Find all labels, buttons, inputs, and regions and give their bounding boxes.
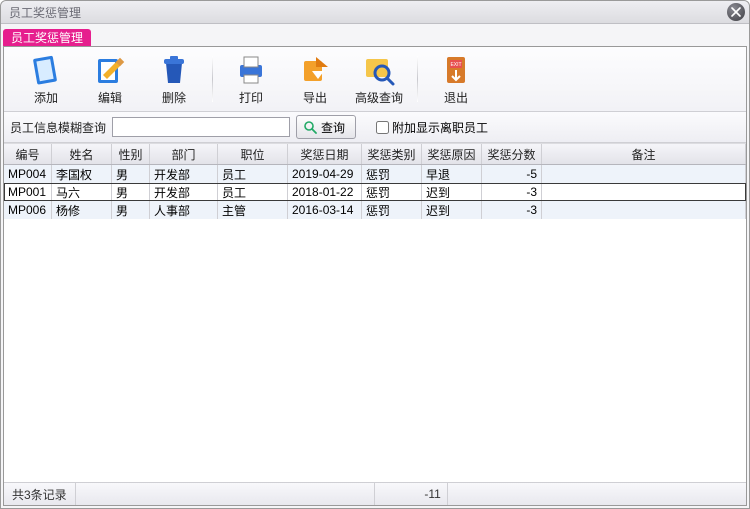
toolbar-separator-2 [417,56,418,102]
exit-label: 退出 [444,89,468,106]
table-row[interactable]: MP006杨修男人事部主管2016-03-14惩罚迟到-3 [4,201,746,219]
toolbar: 添加 编辑 删除 打印 导出 高级查询 [4,47,746,112]
filter-label: 员工信息模糊查询 [10,119,106,136]
table-row[interactable]: MP001马六男开发部员工2018-01-22惩罚迟到-3 [4,183,746,201]
exit-icon: EXIT [439,53,473,87]
adv-query-button[interactable]: 高级查询 [347,53,411,106]
col-date[interactable]: 奖惩日期 [288,144,362,164]
edit-icon [93,53,127,87]
add-label: 添加 [34,89,58,106]
query-button[interactable]: 查询 [296,115,356,139]
tab-rewards[interactable]: 员工奖惩管理 [3,29,91,46]
col-type[interactable]: 奖惩类别 [362,144,422,164]
adv-query-icon [362,53,396,87]
search-icon [303,120,317,134]
data-grid: 编号 姓名 性别 部门 职位 奖惩日期 奖惩类别 奖惩原因 奖惩分数 备注 MP… [4,143,746,482]
col-reason[interactable]: 奖惩原因 [422,144,482,164]
col-note[interactable]: 备注 [542,144,746,164]
tabbar: 员工奖惩管理 [1,24,749,46]
edit-button[interactable]: 编辑 [78,53,142,106]
svg-text:EXIT: EXIT [450,62,461,68]
col-dept[interactable]: 部门 [150,144,218,164]
query-button-label: 查询 [321,119,345,136]
add-button[interactable]: 添加 [14,53,78,106]
add-icon [29,53,63,87]
export-icon [298,53,332,87]
show-resigned-checkbox[interactable]: 附加显示离职员工 [376,119,488,136]
status-score-sum: -11 [374,483,448,505]
col-pos[interactable]: 职位 [218,144,288,164]
show-resigned-input[interactable] [376,121,389,134]
table-row[interactable]: MP004李国权男开发部员工2019-04-29惩罚早退-5 [4,165,746,183]
grid-header: 编号 姓名 性别 部门 职位 奖惩日期 奖惩类别 奖惩原因 奖惩分数 备注 [4,143,746,165]
delete-button[interactable]: 删除 [142,53,206,106]
edit-label: 编辑 [98,89,122,106]
print-button[interactable]: 打印 [219,53,283,106]
status-bar: 共3条记录 -11 [4,482,746,505]
content-area: 添加 编辑 删除 打印 导出 高级查询 [3,46,747,506]
status-count: 共3条记录 [4,483,76,505]
adv-query-label: 高级查询 [355,89,403,106]
filter-input[interactable] [112,117,290,137]
col-id[interactable]: 编号 [4,144,52,164]
delete-icon [157,53,191,87]
delete-label: 删除 [162,89,186,106]
grid-body[interactable]: MP004李国权男开发部员工2019-04-29惩罚早退-5MP001马六男开发… [4,165,746,482]
col-gender[interactable]: 性别 [112,144,150,164]
print-icon [234,53,268,87]
toolbar-separator-1 [212,56,213,102]
show-resigned-label: 附加显示离职员工 [392,119,488,136]
print-label: 打印 [239,89,263,106]
export-label: 导出 [303,89,327,106]
filter-bar: 员工信息模糊查询 查询 附加显示离职员工 [4,112,746,143]
export-button[interactable]: 导出 [283,53,347,106]
close-icon[interactable] [727,3,745,21]
window-title: 员工奖惩管理 [5,4,727,21]
exit-button[interactable]: EXIT 退出 [424,53,488,106]
app-window: 员工奖惩管理 员工奖惩管理 添加 编辑 删除 打印 [0,0,750,509]
titlebar: 员工奖惩管理 [1,1,749,24]
col-score[interactable]: 奖惩分数 [482,144,542,164]
col-name[interactable]: 姓名 [52,144,112,164]
